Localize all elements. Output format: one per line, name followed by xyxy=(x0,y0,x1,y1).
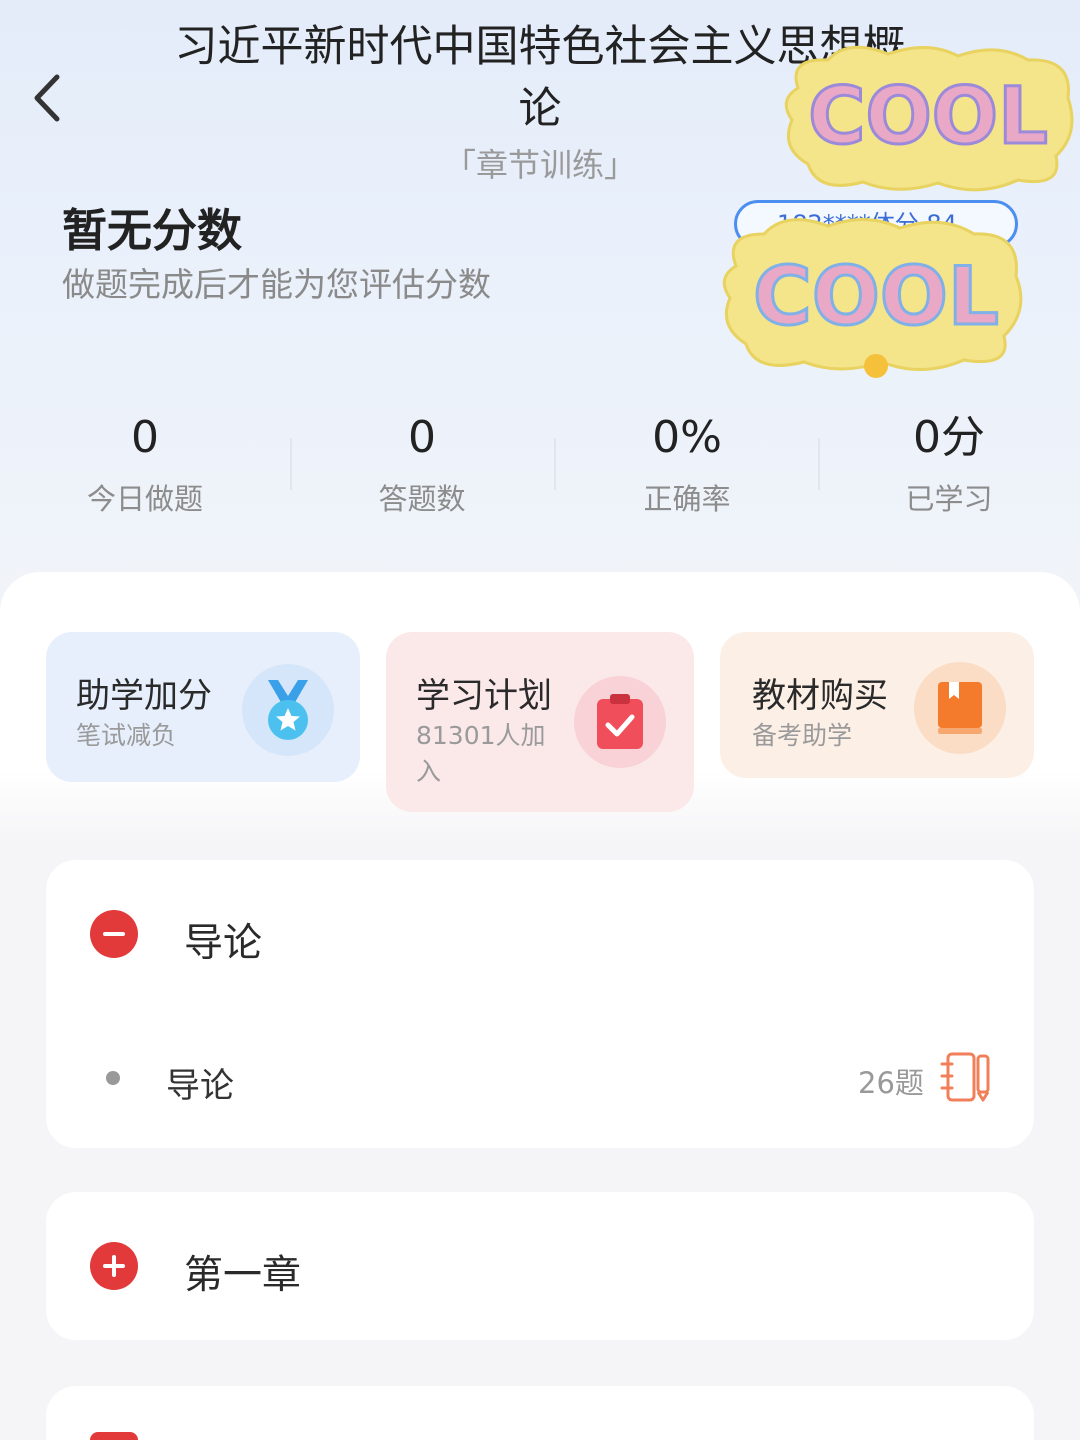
card-subtitle: 笔试减负 xyxy=(76,721,177,750)
chapter-title: 第一章 xyxy=(184,1253,302,1298)
study-bonus-card[interactable]: 助学加分 笔试减负 xyxy=(46,632,360,782)
stat-label: 已学习 xyxy=(905,482,993,516)
stat-studied: 0分 已学习 xyxy=(834,410,1064,518)
study-plan-card[interactable]: 学习计划 81301人加入 xyxy=(386,632,694,812)
bullet-dot xyxy=(106,1071,120,1085)
stats-row: 0 今日做题 0 答题数 0% 正确率 0分 已学习 xyxy=(0,410,1080,520)
cool-sticker: COOL xyxy=(716,206,1036,390)
chapter-card[interactable] xyxy=(46,1386,1034,1440)
card-subtitle: 81301人加入 xyxy=(416,721,546,786)
svg-text:COOL: COOL xyxy=(753,250,999,343)
svg-text:COOL: COOL xyxy=(808,72,1048,162)
section-title: 导论 xyxy=(166,1066,234,1106)
stat-value: 0 xyxy=(131,412,159,463)
card-title: 助学加分 xyxy=(76,676,212,716)
card-title: 教材购买 xyxy=(752,676,888,716)
expand-button[interactable] xyxy=(90,1242,138,1290)
textbook-card[interactable]: 教材购买 备考助学 xyxy=(720,632,1034,778)
stat-value: 0 xyxy=(408,412,436,463)
divider xyxy=(818,438,820,490)
question-count: 26题 xyxy=(858,1066,924,1100)
score-title: 暂无分数 xyxy=(62,204,243,257)
chapter-card[interactable]: 第一章 xyxy=(46,1192,1034,1340)
notebook-pen-icon[interactable] xyxy=(940,1050,992,1104)
back-button[interactable] xyxy=(22,70,70,126)
stat-value: 0% xyxy=(652,412,722,463)
chapter-title: 导论 xyxy=(184,921,263,966)
stat-accuracy: 0% 正确率 xyxy=(572,410,802,518)
stat-label: 答题数 xyxy=(378,482,466,516)
chapter-card: 导论 导论 26题 xyxy=(46,860,1034,1148)
expand-button[interactable] xyxy=(90,1432,138,1440)
stat-answers: 0 答题数 xyxy=(307,410,537,518)
medal-icon xyxy=(242,664,334,756)
plus-icon xyxy=(103,1255,125,1277)
stat-label: 正确率 xyxy=(643,482,731,516)
clipboard-check-icon xyxy=(574,676,666,768)
card-title: 学习计划 xyxy=(416,676,552,716)
stat-label: 今日做题 xyxy=(86,482,203,516)
book-icon xyxy=(914,662,1006,754)
divider xyxy=(290,438,292,490)
score-description: 做题完成后才能为您评估分数 xyxy=(62,265,491,304)
card-subtitle: 备考助学 xyxy=(752,721,853,750)
stat-value: 0分 xyxy=(913,412,985,463)
chevron-left-icon xyxy=(34,74,60,122)
minus-icon xyxy=(103,932,125,936)
cool-sticker: COOL xyxy=(778,38,1078,202)
stat-today: 0 今日做题 xyxy=(30,410,260,518)
collapse-button[interactable] xyxy=(90,910,138,958)
divider xyxy=(554,438,556,490)
